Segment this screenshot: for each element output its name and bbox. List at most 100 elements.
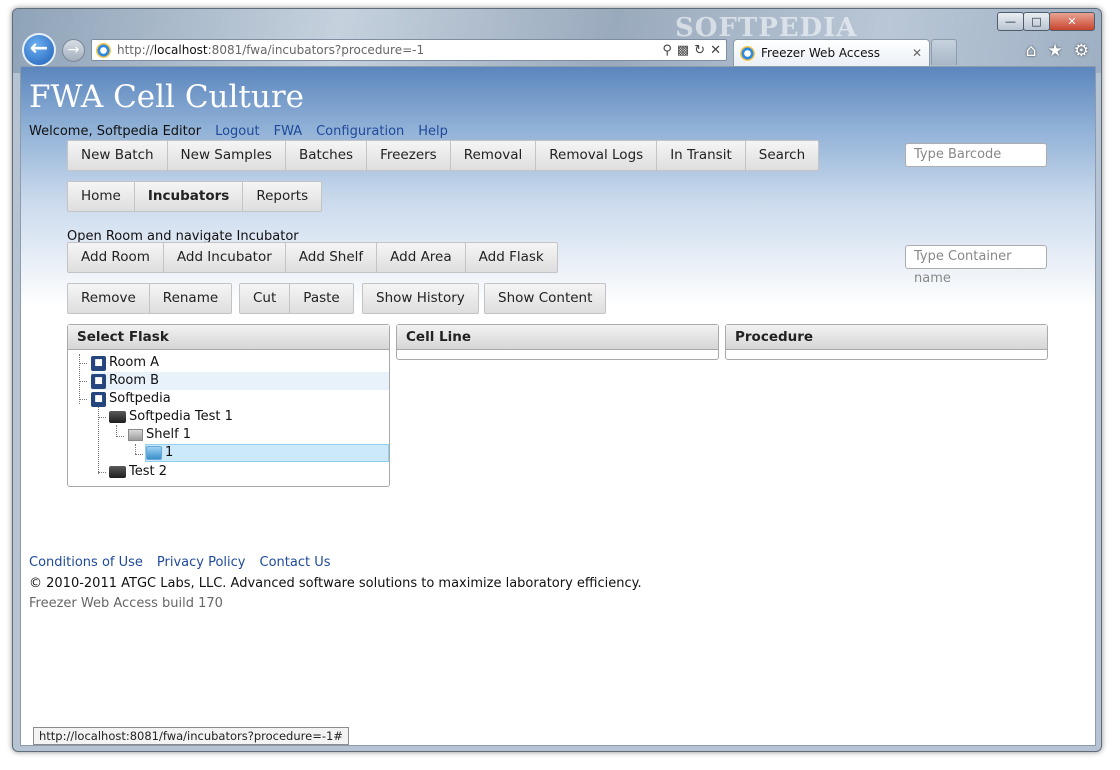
cell-line-header: Cell Line [397,325,718,350]
close-button[interactable]: ✕ [1049,12,1095,31]
search-button[interactable]: Search [746,141,818,170]
cell-line-panel: Cell Line [396,324,719,360]
procedure-panel: Procedure [725,324,1048,360]
select-flask-panel: Select Flask ■ Room A ■ Room B ■ Softped… [67,324,390,487]
incubators-tab[interactable]: Incubators [135,182,244,211]
browser-tab[interactable]: Freezer Web Access ✕ [733,39,930,66]
in-transit-button[interactable]: In Transit [657,141,746,170]
room-icon: ■ [91,355,106,371]
cut-button[interactable]: Cut [240,284,291,313]
freezers-button[interactable]: Freezers [367,141,451,170]
tree-line [135,454,143,455]
tree-node-room-b[interactable]: ■ Room B [91,372,389,390]
configuration-link[interactable]: Configuration [316,124,404,139]
welcome-text: Welcome, Softpedia Editor [29,124,202,139]
remove-button[interactable]: Remove [68,284,150,313]
arrow-left-icon: ← [29,36,49,61]
address-tools: ⚲ ▩ ↻ ✕ [662,43,726,58]
arrow-right-icon: → [67,42,80,58]
tree-line [135,444,136,454]
stop-icon[interactable]: ✕ [710,43,721,58]
tree-line [98,417,106,418]
incubator-icon [109,411,126,423]
help-link[interactable]: Help [418,124,448,139]
removal-logs-button[interactable]: Removal Logs [536,141,658,170]
rename-button[interactable]: Rename [150,284,231,313]
fwa-link[interactable]: FWA [274,124,303,139]
tab-close-icon[interactable]: ✕ [912,46,922,60]
remove-rename-group: Remove Rename [67,283,233,314]
flask-tree: ■ Room A ■ Room B ■ Softpedia Softpedia … [68,350,389,486]
tree-line [116,436,124,437]
logout-link[interactable]: Logout [215,124,260,139]
cut-paste-group: Cut Paste [239,283,354,314]
tree-node-shelf-1[interactable]: Shelf 1 [128,426,389,444]
barcode-input[interactable]: Type Barcode [905,143,1047,167]
ie-tab-icon [740,45,755,61]
show-content-group: Show Content [484,283,607,314]
app-title: FWA Cell Culture [29,79,305,115]
show-history-button[interactable]: Show History [363,284,478,313]
welcome-bar: Welcome, Softpedia Editor Logout FWA Con… [29,124,448,139]
shelf-icon [128,429,143,441]
removal-button[interactable]: Removal [451,141,537,170]
conditions-of-use-link[interactable]: Conditions of Use [29,555,143,570]
maximize-button[interactable]: □ [1023,12,1050,31]
sub-menu: Home Incubators Reports [67,181,323,212]
privacy-policy-link[interactable]: Privacy Policy [157,555,246,570]
add-flask-button[interactable]: Add Flask [466,243,557,272]
tree-line [79,354,80,404]
incubator-icon [109,466,126,478]
refresh-icon[interactable]: ↻ [694,43,705,58]
new-tab-button[interactable] [931,39,957,65]
home-icon[interactable]: ⌂ [1026,41,1037,61]
footer-links: Conditions of Use Privacy Policy Contact… [29,555,331,570]
back-button[interactable]: ← [22,33,56,67]
search-icon[interactable]: ⚲ [662,43,672,58]
room-icon: ■ [91,391,106,407]
main-menu: New Batch New Samples Batches Freezers R… [67,140,820,171]
tree-line [79,381,87,382]
add-toolbar: Add Room Add Incubator Add Shelf Add Are… [67,242,558,273]
status-url-tooltip: http://localhost:8081/fwa/incubators?pro… [33,727,349,745]
new-batch-button[interactable]: New Batch [68,141,168,170]
compatibility-icon[interactable]: ▩ [677,43,689,58]
new-samples-button[interactable]: New Samples [168,141,286,170]
add-room-button[interactable]: Add Room [68,243,164,272]
copyright: © 2010-2011 ATGC Labs, LLC. Advanced sof… [29,576,642,591]
tree-node-softpedia[interactable]: ■ Softpedia [91,390,389,408]
ie-page-icon [96,42,111,58]
tools-gear-icon[interactable]: ⚙ [1074,41,1089,61]
tree-node-flask-1[interactable]: 1 [145,444,389,462]
page-content: FWA Cell Culture Welcome, Softpedia Edit… [20,66,1096,746]
show-history-group: Show History [362,283,479,314]
select-flask-header: Select Flask [68,325,389,350]
browser-window: SOFTPEDIA — □ ✕ ← → http://localhost:808… [12,8,1102,752]
container-name-input[interactable]: Type Container name [905,245,1047,286]
browser-right-tools: ⌂ ★ ⚙ [1026,41,1089,61]
address-text[interactable]: http://localhost:8081/fwa/incubators?pro… [117,43,424,57]
add-incubator-button[interactable]: Add Incubator [164,243,286,272]
tree-line [79,399,87,400]
tab-title: Freezer Web Access [761,46,880,60]
show-content-button[interactable]: Show Content [485,284,605,313]
add-shelf-button[interactable]: Add Shelf [286,243,378,272]
tree-node-room-a[interactable]: ■ Room A [91,354,389,372]
paste-button[interactable]: Paste [290,284,352,313]
flask-icon [146,446,162,460]
room-icon: ■ [91,373,106,389]
address-bar[interactable]: http://localhost:8081/fwa/incubators?pro… [91,39,727,61]
tree-line [79,363,87,364]
contact-us-link[interactable]: Contact Us [260,555,331,570]
batches-button[interactable]: Batches [286,141,368,170]
tree-node-test-2[interactable]: Test 2 [109,463,389,481]
minimize-button[interactable]: — [997,12,1024,31]
home-tab[interactable]: Home [68,182,135,211]
tree-node-softpedia-test-1[interactable]: Softpedia Test 1 [109,408,389,426]
add-area-button[interactable]: Add Area [377,243,466,272]
favorites-star-icon[interactable]: ★ [1048,41,1063,61]
page: FWA Cell Culture Welcome, Softpedia Edit… [21,67,1095,745]
forward-button[interactable]: → [62,39,85,62]
window-controls: — □ ✕ [997,12,1095,31]
reports-tab[interactable]: Reports [243,182,321,211]
